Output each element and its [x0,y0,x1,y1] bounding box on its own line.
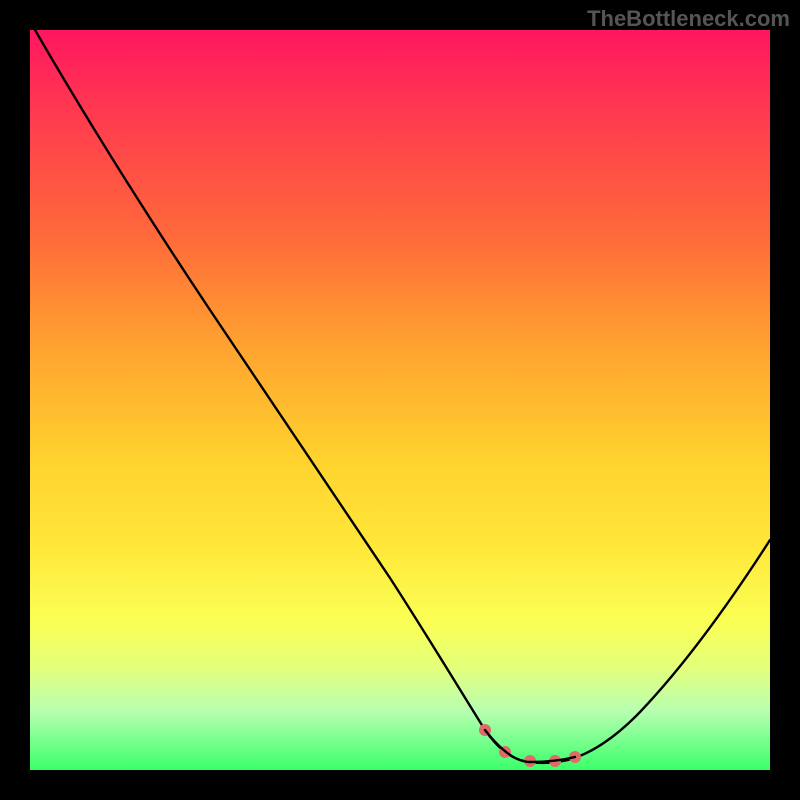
watermark-text: TheBottleneck.com [587,6,790,32]
chart-frame: TheBottleneck.com [0,0,800,800]
chart-svg [30,30,770,770]
curve-line [35,30,770,763]
